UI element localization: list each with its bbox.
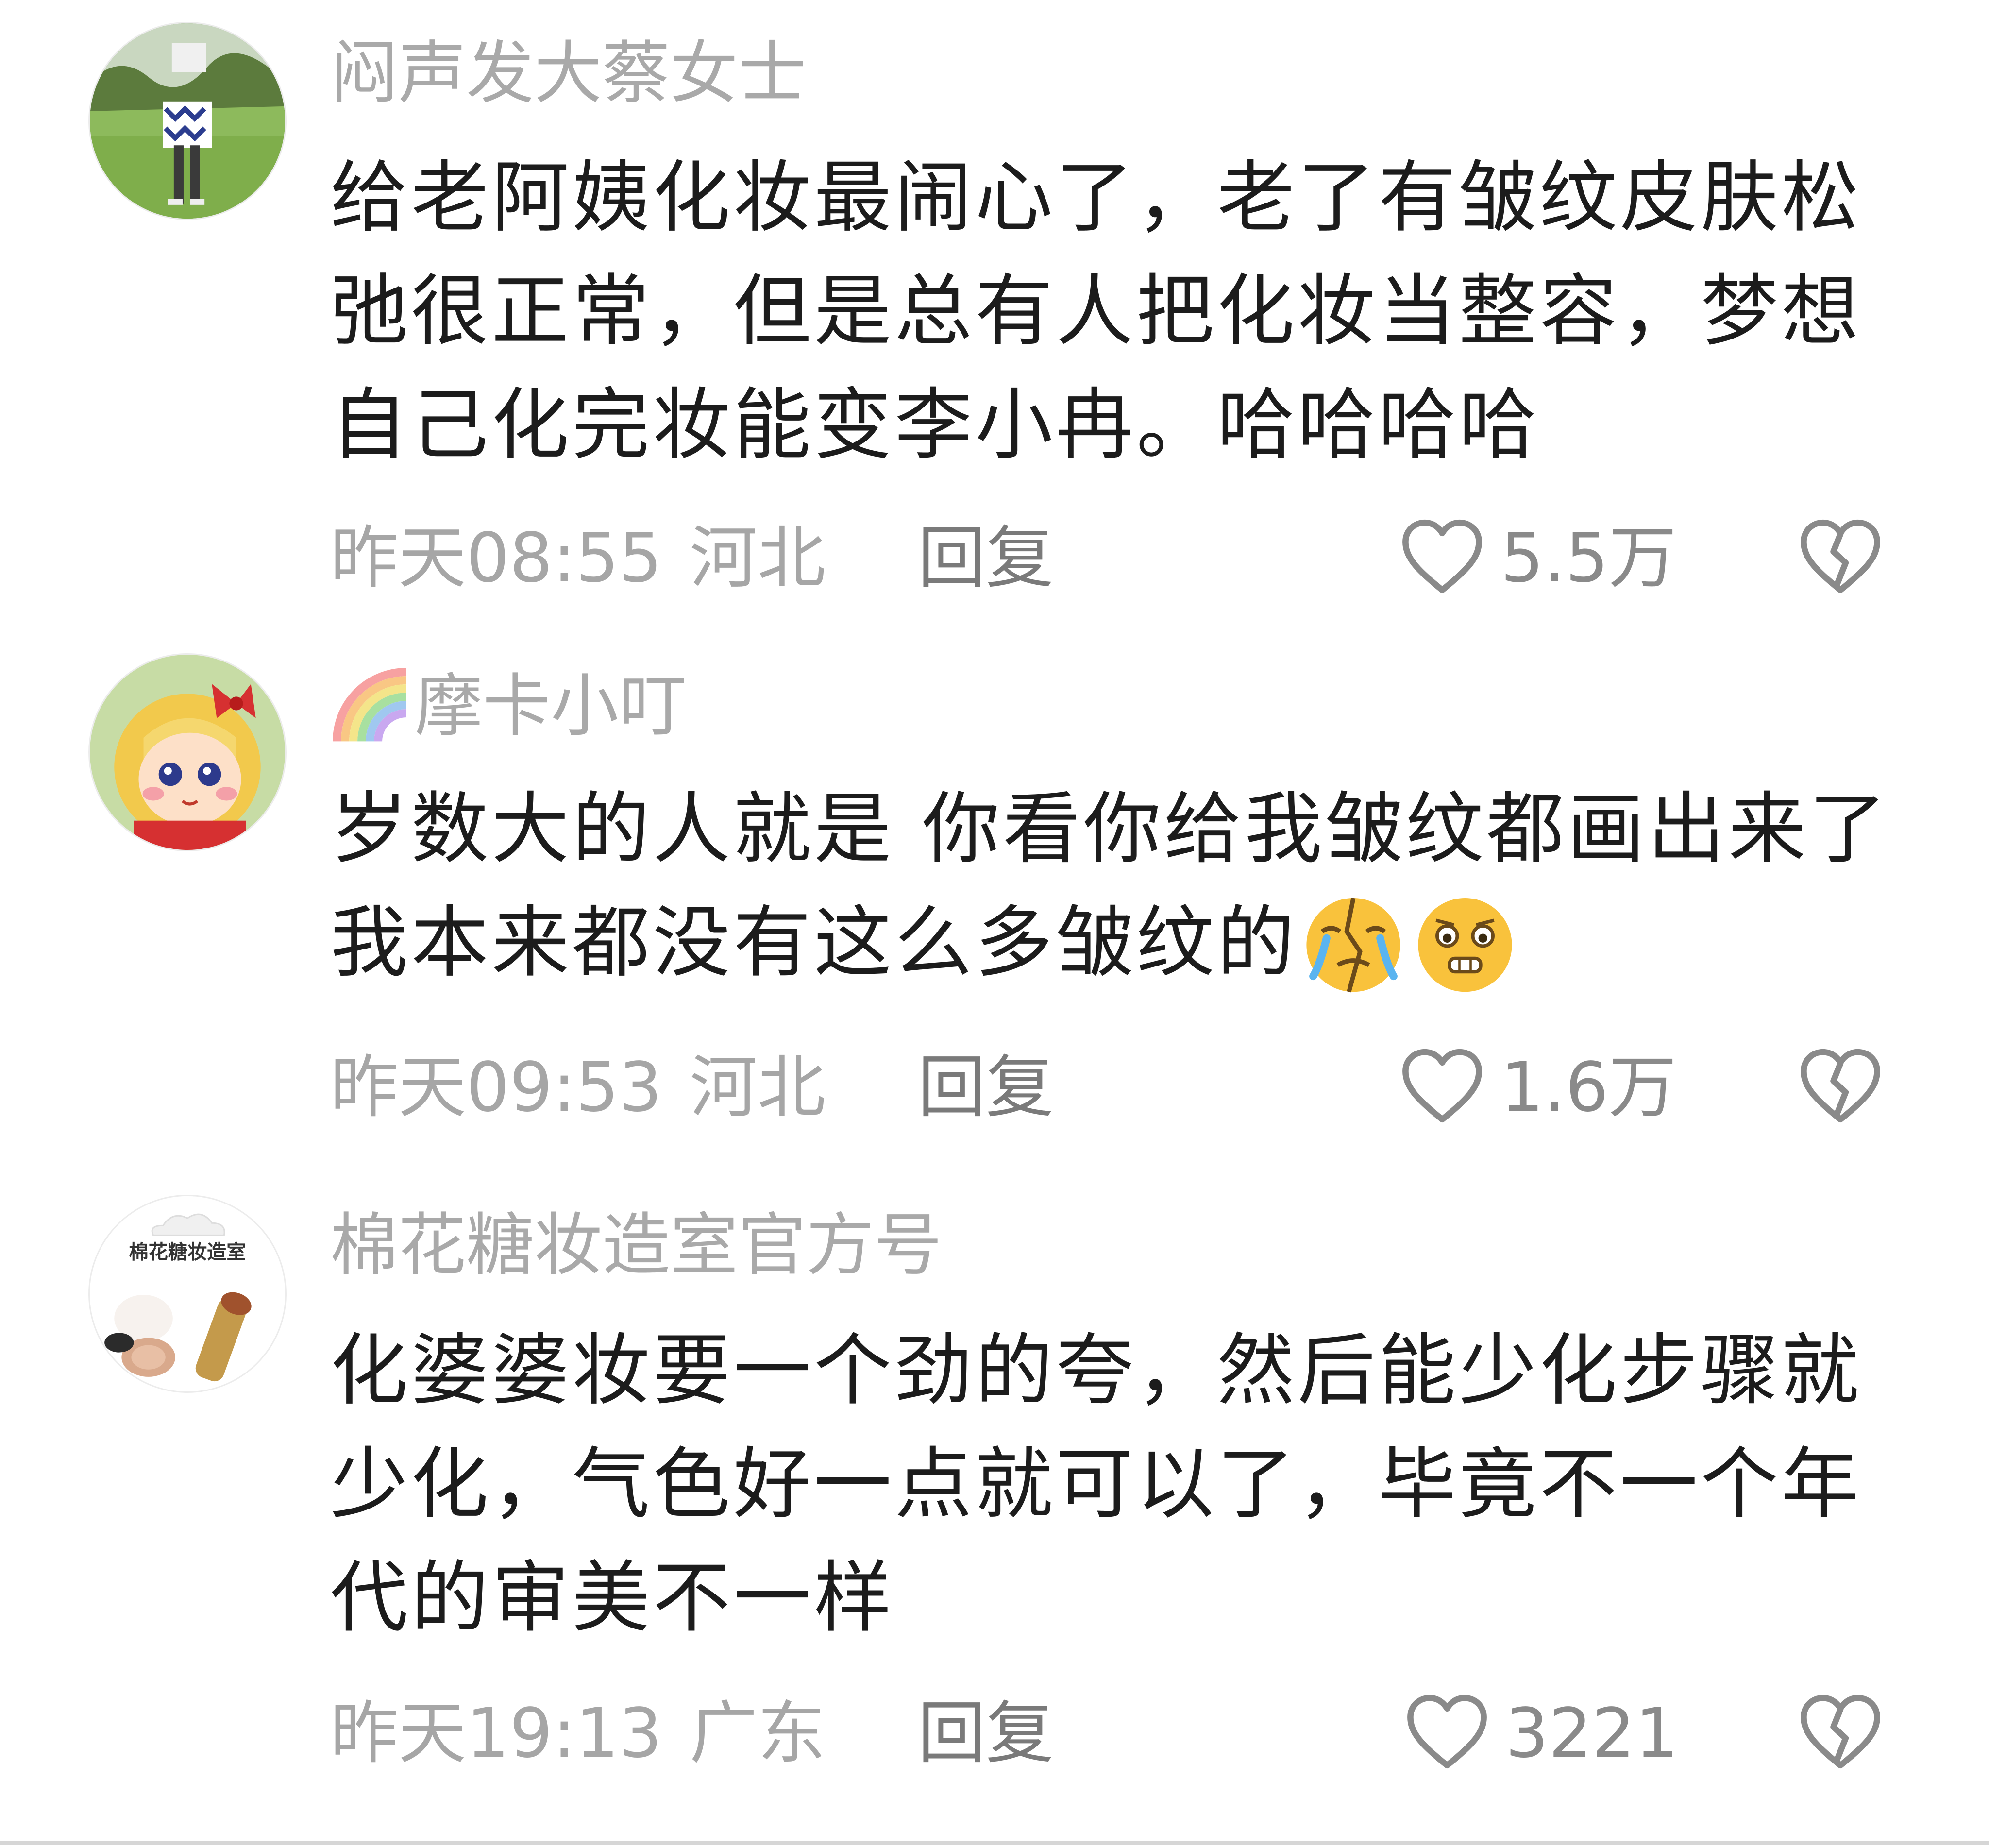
user-avatar[interactable] — [88, 653, 287, 851]
outdoor-photo-avatar-image — [90, 23, 285, 219]
username-text[interactable]: 棉花糖妆造室官方号 — [330, 1207, 942, 1285]
heart-icon — [1399, 515, 1486, 602]
crying-heartbroken-emoji-icon — [1298, 887, 1409, 999]
like-button[interactable]: 5.5万 — [1399, 515, 1677, 602]
username[interactable]: 摩卡小叮 — [330, 665, 687, 748]
broken-heart-icon[interactable] — [1797, 515, 1884, 602]
broken-heart-icon[interactable] — [1797, 1044, 1884, 1132]
comment-text: 化婆婆妆要一个劲的夸，然后能少化步骤就少化，气色好一点就可以了，毕竟不一个年代的… — [330, 1325, 1862, 1643]
like-count: 5.5万 — [1500, 519, 1677, 598]
like-count: 1.6万 — [1500, 1048, 1677, 1127]
rainbow-icon — [330, 665, 413, 748]
broken-heart-icon[interactable] — [1797, 1690, 1884, 1778]
comment-meta: 昨天19:13 广东 回复 3221 — [330, 1690, 1989, 1778]
avatar-logo-text: 棉花糖妆造室 — [129, 1241, 246, 1264]
reply-button[interactable]: 回复 — [918, 515, 1054, 602]
username-text[interactable]: 摩卡小叮 — [415, 668, 687, 746]
comment-time: 昨天19:13 — [330, 1694, 662, 1773]
heart-icon — [1403, 1690, 1491, 1778]
reply-button[interactable]: 回复 — [918, 1690, 1054, 1778]
username[interactable]: 闷声发大蔡女士 — [330, 35, 806, 113]
like-count: 3221 — [1505, 1694, 1679, 1773]
user-avatar[interactable]: 棉花糖妆造室 — [88, 1195, 287, 1393]
cartoon-girl-avatar-image — [90, 655, 285, 850]
like-button[interactable]: 1.6万 — [1399, 1044, 1677, 1132]
heart-icon — [1399, 1044, 1486, 1132]
comment-text: 岁数大的人就是 你看你给我皱纹都画出来了 我本来都没有这么多皱纹的 — [330, 772, 1913, 1000]
comment-time: 昨天09:53 — [330, 1048, 662, 1127]
comment-time: 昨天08:55 — [330, 519, 662, 598]
comment-text: 给老阿姨化妆最闹心了，老了有皱纹皮肤松弛很正常，但是总有人把化妆当整容，梦想自己… — [330, 152, 1862, 470]
comment-location: 河北 — [690, 519, 826, 598]
makeup-studio-logo-avatar-image: 棉花糖妆造室 — [90, 1196, 285, 1391]
reply-button[interactable]: 回复 — [918, 1044, 1054, 1132]
comment-location: 广东 — [690, 1694, 826, 1773]
comment-text-content: 岁数大的人就是 你看你给我皱纹都画出来了 我本来都没有这么多皱纹的 — [330, 783, 1889, 988]
pleading-grimace-emoji-icon — [1409, 887, 1521, 999]
username-text[interactable]: 闷声发大蔡女士 — [330, 35, 806, 113]
comment-meta: 昨天08:55 河北 回复 5.5万 — [330, 515, 1989, 602]
bottom-divider — [0, 1841, 1989, 1845]
user-avatar[interactable] — [88, 22, 287, 220]
comment-meta: 昨天09:53 河北 回复 1.6万 — [330, 1044, 1989, 1132]
like-button[interactable]: 3221 — [1403, 1690, 1678, 1778]
username[interactable]: 棉花糖妆造室官方号 — [330, 1207, 942, 1285]
comment-location: 河北 — [690, 1048, 826, 1127]
